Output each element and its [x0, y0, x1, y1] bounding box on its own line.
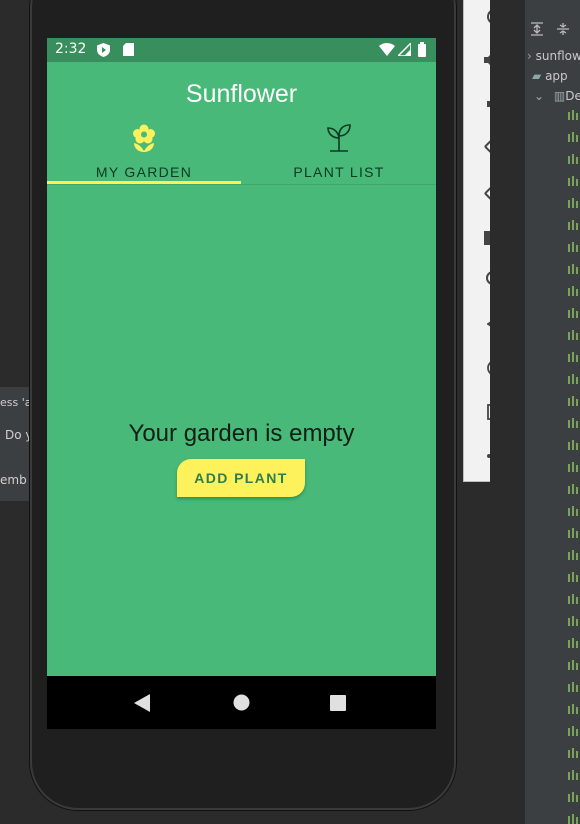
file-icon: [568, 242, 578, 252]
file-icon: [568, 748, 578, 758]
app-title: Sunflower: [185, 80, 298, 108]
file-icon: [568, 660, 578, 670]
file-icon: [568, 814, 578, 824]
project-root-label: sunflowe: [535, 49, 580, 63]
home-circle-icon: [233, 694, 249, 711]
file-icon: [568, 594, 578, 604]
file-icon: [568, 616, 578, 626]
tab-plant-list[interactable]: PLANT LIST: [242, 124, 436, 184]
file-icon: [568, 506, 578, 516]
file-icon: [568, 418, 578, 428]
shield-notification-icon: [97, 43, 110, 57]
nav-home-button[interactable]: [216, 676, 266, 729]
file-icon: [568, 572, 578, 582]
status-time: 2:32: [55, 41, 87, 57]
file-icon: [568, 330, 578, 340]
collapse-all-icon[interactable]: [556, 22, 570, 36]
file-icon: [568, 726, 578, 736]
file-icon: [568, 704, 578, 714]
wifi-icon: [379, 43, 395, 56]
file-icon: [568, 308, 578, 318]
expand-all-icon[interactable]: [530, 22, 544, 36]
file-icon: [568, 176, 578, 186]
status-bar: 2:32: [47, 38, 436, 62]
file-icon: [568, 396, 578, 406]
nav-back-button[interactable]: [117, 676, 167, 729]
nav-overview-button[interactable]: [313, 676, 363, 729]
file-icon: [568, 374, 578, 384]
file-icon: [568, 198, 578, 208]
add-plant-button[interactable]: ADD PLANT: [177, 459, 305, 497]
file-icon: [568, 462, 578, 472]
file-icon: [568, 682, 578, 692]
project-app-label: app: [545, 69, 568, 83]
file-icon: [568, 440, 578, 450]
file-icon: [568, 550, 578, 560]
tab-divider: [47, 184, 436, 185]
panel-gutter: [490, 0, 525, 824]
project-root-item[interactable]: › sunflowe: [527, 49, 580, 63]
project-folder-item[interactable]: ⌄ ▥De: [534, 89, 580, 103]
file-icon: [568, 286, 578, 296]
android-icon: ▰: [532, 69, 542, 83]
file-icon: [568, 352, 578, 362]
chevron-down-icon: ⌄: [534, 89, 545, 103]
flower-icon: [133, 124, 155, 152]
cellular-signal-icon: [398, 43, 411, 56]
project-app-item[interactable]: ▰ app: [532, 69, 568, 83]
overview-square-icon: [330, 694, 346, 711]
folder-icon: ▥: [553, 89, 566, 103]
file-icon: [568, 792, 578, 802]
project-panel: › sunflowe ▰ app ⌄ ▥De: [490, 0, 580, 824]
project-folder-label: De: [565, 89, 580, 103]
file-icon: [568, 154, 578, 164]
file-icon: [568, 528, 578, 538]
tab-my-garden-label: MY GARDEN: [95, 164, 193, 180]
tab-my-garden[interactable]: MY GARDEN: [47, 124, 241, 184]
device-screen: 2:32 Sunflower MY GARDEN PLANT LIST Your…: [47, 38, 436, 729]
file-icon: [568, 220, 578, 230]
file-icon: [568, 638, 578, 648]
back-triangle-icon: [134, 693, 150, 712]
file-icon: [568, 110, 578, 120]
file-icon: [568, 132, 578, 142]
file-icon: [568, 484, 578, 494]
battery-icon: [418, 42, 426, 57]
tab-plant-list-label: PLANT LIST: [293, 164, 385, 180]
navigation-bar: [47, 676, 436, 729]
ide-dialog-line: emb: [0, 473, 27, 487]
file-icon: [568, 770, 578, 780]
file-icon: [568, 264, 578, 274]
sd-card-icon: [123, 43, 134, 56]
ide-dialog-line: Do y: [5, 428, 33, 442]
empty-garden-message: Your garden is empty: [128, 420, 355, 447]
sprout-icon: [327, 124, 351, 152]
